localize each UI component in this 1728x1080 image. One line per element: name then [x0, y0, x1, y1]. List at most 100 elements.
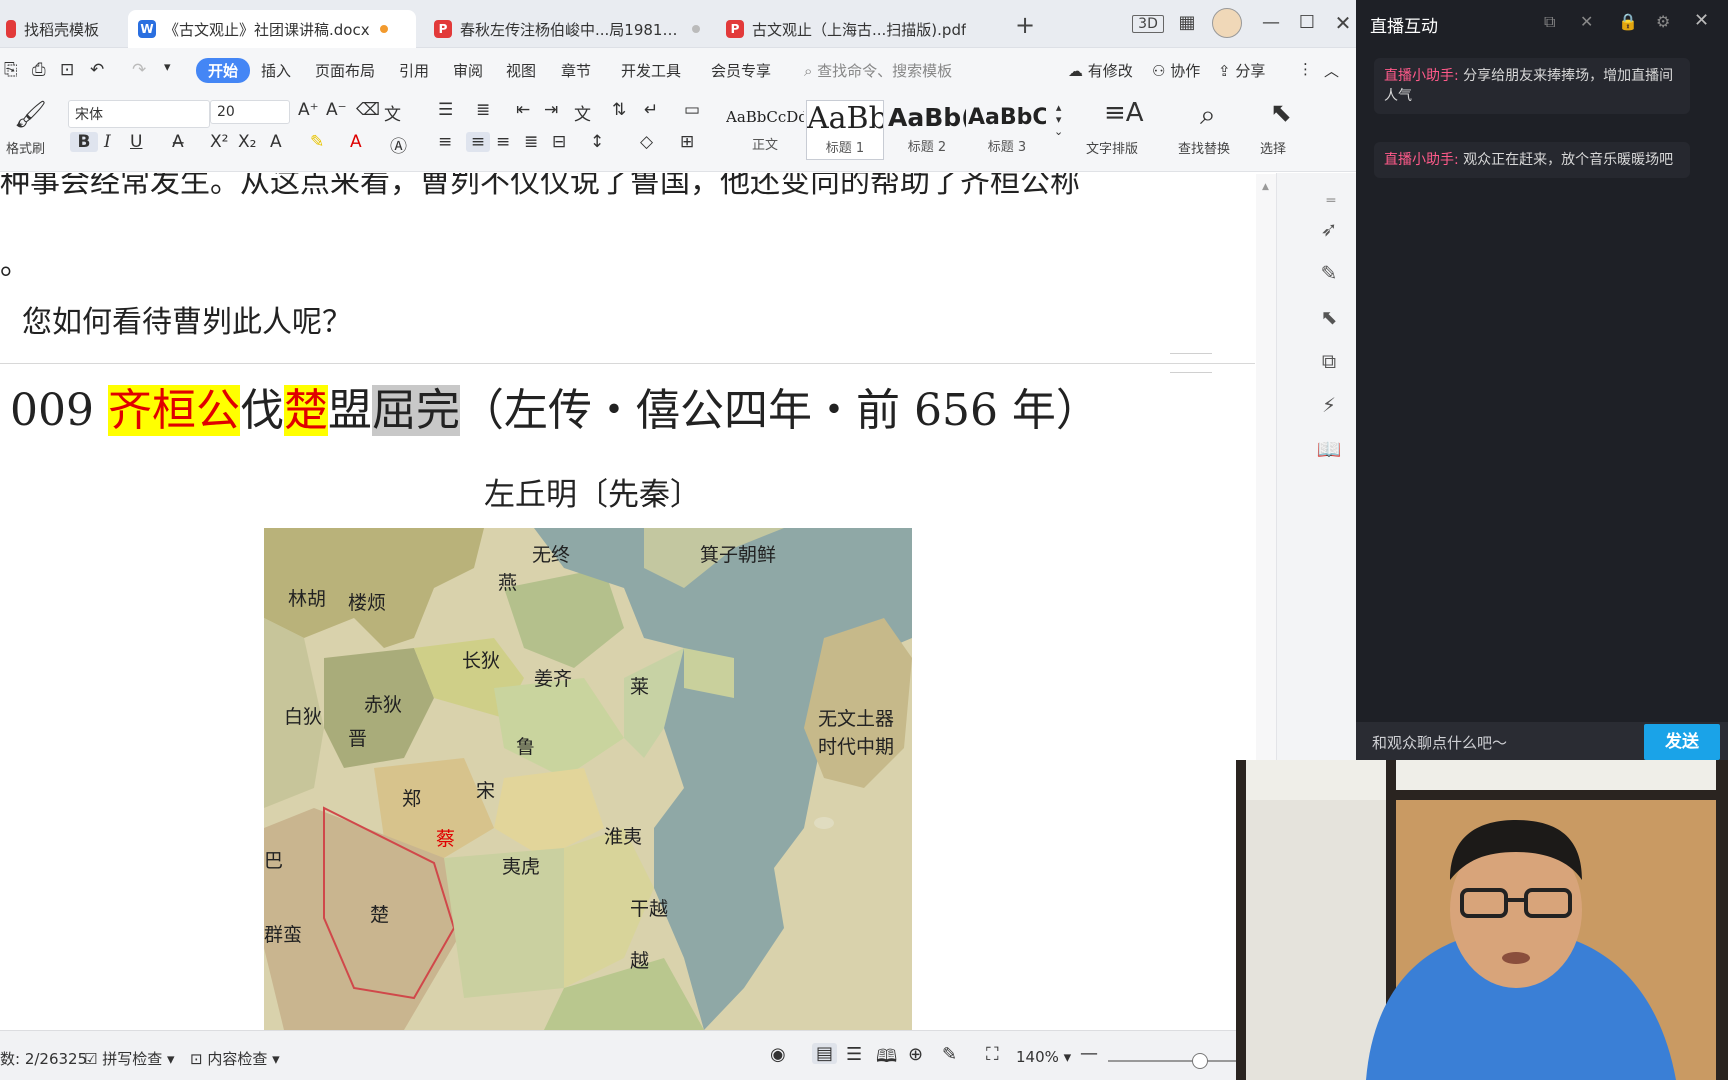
text-layout-icon[interactable]: ≡A	[1104, 98, 1144, 128]
outline-view-icon[interactable]: ☰	[846, 1044, 862, 1065]
save-icon[interactable]: ⎘	[4, 60, 18, 80]
close-panel-icon[interactable]: ✕	[1694, 10, 1709, 31]
reading-view-icon[interactable]: 🕮	[876, 1044, 897, 1074]
font-family-select[interactable]: 宋体	[68, 100, 210, 128]
ruler-icon[interactable]: ▭	[684, 100, 700, 120]
scroll-up-icon[interactable]: ▲	[1262, 182, 1270, 192]
track-changes-button[interactable]: ☁ 有修改	[1068, 60, 1133, 81]
select-label[interactable]: 选择	[1260, 138, 1286, 157]
send-button[interactable]: 发送	[1644, 724, 1720, 760]
chinese-layout-icon[interactable]: 文	[574, 100, 591, 125]
spell-check-button[interactable]: ☑ 拼写检查 ▾	[84, 1048, 175, 1069]
undo-icon[interactable]: ↶	[90, 60, 104, 80]
increase-indent-icon[interactable]: ⇥	[544, 100, 558, 120]
underline-button[interactable]: U	[130, 132, 142, 152]
write-mode-icon[interactable]: ✎	[942, 1044, 957, 1065]
zoom-out-icon[interactable]: —	[1080, 1043, 1098, 1064]
font-size-select[interactable]: 20	[210, 100, 290, 124]
settings-icon[interactable]: ⚙	[1656, 12, 1670, 31]
search-command[interactable]: ⌕ 查找命令、搜索模板	[804, 60, 952, 81]
maximize-icon[interactable]: ☐	[1294, 12, 1320, 34]
bullet-list-icon[interactable]: ☰	[438, 100, 453, 120]
strikethrough-icon[interactable]: A̶	[172, 132, 184, 152]
word-count[interactable]: 数: 2/26325	[0, 1048, 87, 1069]
style-heading3[interactable]: AaBbC 标题 3	[968, 100, 1046, 160]
minimize-icon[interactable]: —	[1258, 12, 1284, 34]
customize-icon[interactable]: ▾	[164, 60, 171, 75]
find-replace-icon[interactable]: ⌕	[1200, 98, 1216, 132]
book-search-icon[interactable]: 📖	[1315, 435, 1343, 463]
image-edit-icon[interactable]: ⧉	[1315, 347, 1343, 375]
new-tab-icon[interactable]: +	[1012, 13, 1038, 37]
menu-member[interactable]: 会员专享	[711, 60, 771, 81]
decrease-indent-icon[interactable]: ⇤	[516, 100, 530, 120]
text-effect-icon[interactable]: A	[270, 132, 282, 152]
tab-templates[interactable]: 找稻壳模板	[0, 10, 122, 48]
align-center-icon[interactable]: ≡	[466, 132, 490, 152]
distribute-icon[interactable]: ⊟	[552, 132, 566, 152]
fit-page-icon[interactable]: ⛶	[986, 1044, 999, 1065]
numbered-list-icon[interactable]: ≣	[476, 100, 490, 120]
menu-home[interactable]: 开始	[196, 58, 251, 83]
show-marks-icon[interactable]: ↵	[644, 100, 658, 120]
menu-insert[interactable]: 插入	[261, 60, 291, 81]
phonetic-icon[interactable]: 文	[384, 100, 401, 125]
style-heading2[interactable]: AaBb( 标题 2	[888, 100, 966, 160]
char-border-icon[interactable]: Ⓐ	[390, 132, 407, 157]
cursor-icon[interactable]: ⬉	[1315, 303, 1343, 331]
menu-review[interactable]: 审阅	[453, 60, 483, 81]
zoom-slider-handle[interactable]	[1192, 1053, 1208, 1069]
share-button[interactable]: ⇪ 分享	[1218, 60, 1265, 81]
print-icon[interactable]: ⎙	[32, 60, 46, 80]
tab-pdf-guwen[interactable]: P 古文观止（上海古...扫描版).pdf	[716, 10, 1000, 48]
close-tab-icon[interactable]	[692, 25, 700, 33]
line-spacing-icon[interactable]: ↕	[590, 132, 604, 152]
lock-icon[interactable]: 🔒	[1618, 12, 1638, 31]
shading-icon[interactable]: ◇	[640, 132, 653, 152]
link-icon[interactable]: ⧉	[1544, 12, 1555, 32]
menu-chapter[interactable]: 章节	[561, 60, 591, 81]
clear-format-icon[interactable]: ⌫	[356, 100, 380, 120]
find-replace-label[interactable]: 查找替换	[1178, 138, 1230, 157]
collapse-handle-icon[interactable]: ═	[1317, 187, 1345, 215]
align-right-icon[interactable]: ≡	[496, 132, 510, 152]
mute-icon[interactable]: ✕	[1580, 12, 1593, 31]
pen-icon[interactable]: ✎	[1315, 259, 1343, 287]
redo-icon[interactable]: ↷	[132, 60, 146, 80]
align-left-icon[interactable]: ≡	[438, 132, 452, 152]
borders-icon[interactable]: ⊞	[680, 132, 694, 152]
close-window-icon[interactable]: ✕	[1330, 12, 1356, 34]
zoom-slider[interactable]	[1108, 1060, 1236, 1062]
styles-scroll-icon[interactable]: ▴ ▾ ⌄	[1054, 102, 1063, 138]
bold-button[interactable]: B	[70, 132, 98, 152]
grow-font-icon[interactable]: A⁺	[298, 100, 319, 120]
web-view-icon[interactable]: ⊕	[908, 1044, 923, 1065]
shrink-font-icon[interactable]: A⁻	[326, 100, 347, 120]
superscript-icon[interactable]: X²	[210, 132, 228, 152]
3d-view-icon[interactable]: 3D	[1132, 15, 1164, 33]
rocket-icon[interactable]: ➶	[1315, 215, 1343, 243]
italic-button[interactable]: I	[104, 132, 111, 152]
subscript-icon[interactable]: X₂	[238, 132, 256, 152]
document-canvas[interactable]: 种事会经常发生。从这点来看，曹刿不仅仅说了鲁国，他还变向的帮助了齐桓公称 。 您…	[0, 173, 1255, 1030]
collaborate-button[interactable]: ⚇ 协作	[1152, 60, 1200, 81]
format-painter-icon[interactable]: 🖌	[14, 100, 47, 130]
menu-view[interactable]: 视图	[506, 60, 536, 81]
text-layout-label[interactable]: 文字排版	[1086, 138, 1138, 157]
font-color-icon[interactable]: A	[350, 132, 362, 152]
lightning-icon[interactable]: ⚡	[1315, 391, 1343, 419]
content-check-button[interactable]: ⊡ 内容检查 ▾	[190, 1048, 280, 1069]
menu-developer[interactable]: 开发工具	[621, 60, 681, 81]
select-icon[interactable]: ⬉	[1270, 98, 1292, 128]
historical-map-image[interactable]: 无终 箕子朝鲜 林胡 楼烦 燕 长狄 姜齐 莱 白狄 赤狄 晋 鲁 无文土器 时…	[264, 528, 912, 1030]
format-painter-label[interactable]: 格式刷	[6, 138, 45, 157]
zoom-level[interactable]: 140% ▾	[1016, 1048, 1071, 1066]
tab-docx[interactable]: W 《古文观止》社团课讲稿.docx	[128, 10, 416, 48]
style-heading1[interactable]: AaBb 标题 1	[806, 100, 884, 160]
avatar[interactable]	[1212, 8, 1242, 38]
eye-protection-icon[interactable]: ◉	[770, 1044, 786, 1065]
page-view-icon[interactable]: ▤	[812, 1043, 838, 1064]
grid-apps-icon[interactable]: ▦	[1174, 12, 1200, 34]
menu-references[interactable]: 引用	[399, 60, 429, 81]
tab-pdf-chunqiu[interactable]: P 春秋左传注杨伯峻中...局1981.pdf	[424, 10, 710, 48]
